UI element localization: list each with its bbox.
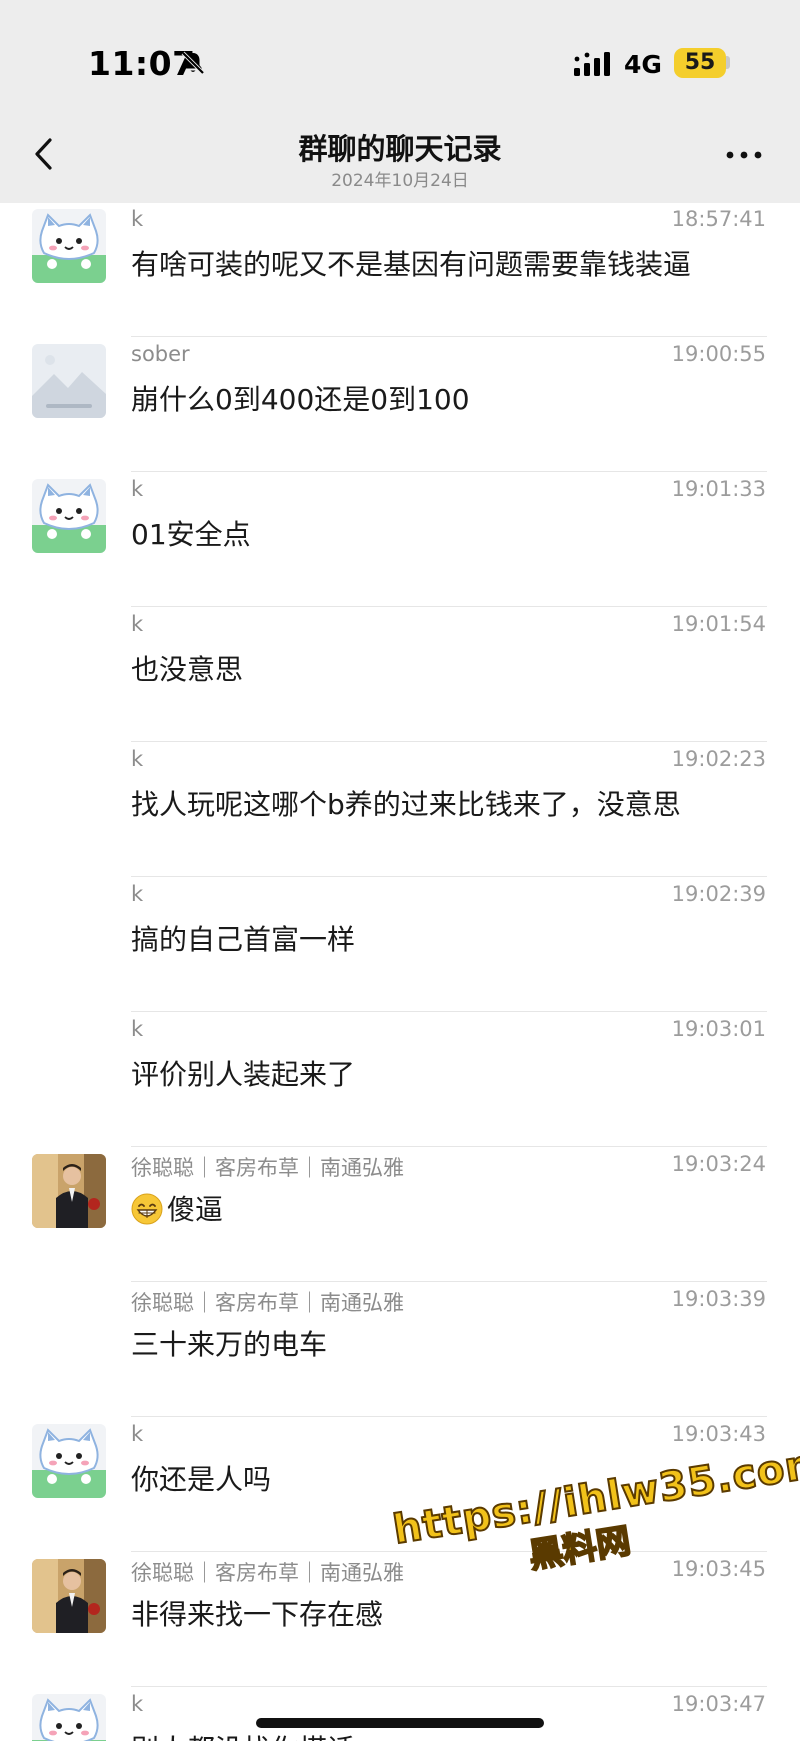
message-text[interactable]: 你还是人吗	[131, 1458, 271, 1498]
sender-name: k	[131, 477, 144, 501]
message-item[interactable]: k 19:03:43 你还是人吗	[0, 1418, 800, 1553]
grinning-face-icon	[131, 1193, 163, 1225]
message-text[interactable]: 非得来找一下存在感	[131, 1593, 383, 1633]
message-item[interactable]: 徐聪聪｜客房布草｜南通弘雅 19:03:45 非得来找一下存在感	[0, 1553, 800, 1688]
message-item[interactable]: k 19:02:23 找人玩呢这哪个b养的过来比钱来了，没意思	[0, 743, 800, 878]
sender-name: 徐聪聪｜客房布草｜南通弘雅	[131, 1561, 404, 1585]
message-list[interactable]: k 18:57:41 有啥可装的呢又不是基因有问题需要靠钱装逼 sober 19…	[0, 203, 800, 1741]
top-bar: 11:07 4G 55 群聊的聊天记录 2024年10月24日	[0, 0, 800, 203]
message-item[interactable]: k 19:02:39 搞的自己首富一样	[0, 878, 800, 1013]
message-time: 19:02:39	[671, 882, 766, 906]
battery-level: 55	[674, 48, 726, 78]
message-item[interactable]: sober 19:00:55 崩什么0到400还是0到100	[0, 338, 800, 473]
sender-name: k	[131, 747, 144, 771]
page-title: 群聊的聊天记录	[298, 132, 502, 166]
message-time: 19:03:45	[671, 1557, 766, 1581]
more-dots-icon[interactable]	[722, 140, 766, 170]
signal-icon	[574, 52, 610, 76]
sender-name: k	[131, 207, 144, 231]
message-time: 19:03:43	[671, 1422, 766, 1446]
cat-avatar	[32, 1694, 106, 1741]
divider	[131, 1551, 767, 1552]
message-item[interactable]: k 19:01:33 01安全点	[0, 473, 800, 608]
person-avatar	[32, 1559, 106, 1633]
divider	[131, 1416, 767, 1417]
message-item[interactable]: k 19:03:01 评价别人装起来了	[0, 1013, 800, 1148]
cat-avatar	[32, 209, 106, 283]
sender-name: 徐聪聪｜客房布草｜南通弘雅	[131, 1156, 404, 1180]
divider	[131, 1281, 767, 1282]
landscape-avatar	[32, 344, 106, 418]
message-time: 19:00:55	[671, 342, 766, 366]
bell-muted-icon	[181, 51, 205, 75]
divider	[131, 471, 767, 472]
cat-avatar	[32, 479, 106, 553]
message-text[interactable]: 找人玩呢这哪个b养的过来比钱来了，没意思	[131, 783, 681, 823]
divider	[131, 741, 767, 742]
message-time: 19:03:47	[671, 1692, 766, 1716]
status-bar: 11:07 4G 55	[0, 0, 800, 120]
sender-name: sober	[131, 342, 190, 366]
message-time: 19:03:39	[671, 1287, 766, 1311]
sender-name: k	[131, 612, 144, 636]
message-text-content: 傻逼	[167, 1193, 224, 1226]
sender-name: k	[131, 882, 144, 906]
divider	[131, 606, 767, 607]
message-time: 19:01:54	[671, 612, 766, 636]
message-item[interactable]: k 19:03:47 别人都没找你搭话	[0, 1688, 800, 1741]
cat-avatar	[32, 1424, 106, 1498]
divider	[131, 1146, 767, 1147]
sender-name: k	[131, 1017, 144, 1041]
message-text[interactable]: 有啥可装的呢又不是基因有问题需要靠钱装逼	[131, 243, 691, 283]
message-text[interactable]: 崩什么0到400还是0到100	[131, 378, 470, 418]
divider	[131, 1686, 767, 1687]
message-item[interactable]: 徐聪聪｜客房布草｜南通弘雅 19:03:39 三十来万的电车	[0, 1283, 800, 1418]
sender-name: k	[131, 1692, 144, 1716]
message-text[interactable]: 01安全点	[131, 513, 251, 553]
message-text[interactable]: 搞的自己首富一样	[131, 918, 355, 958]
message-time: 19:03:24	[671, 1152, 766, 1176]
divider	[131, 1011, 767, 1012]
message-time: 19:01:33	[671, 477, 766, 501]
message-item[interactable]: k 18:57:41 有啥可装的呢又不是基因有问题需要靠钱装逼	[0, 203, 800, 338]
nav-bar: 群聊的聊天记录 2024年10月24日	[0, 120, 800, 203]
person-avatar	[32, 1154, 106, 1228]
battery-tip	[726, 56, 730, 69]
message-time: 18:57:41	[671, 207, 766, 231]
divider	[131, 876, 767, 877]
home-indicator[interactable]	[256, 1718, 544, 1728]
divider	[131, 336, 767, 337]
sender-name: 徐聪聪｜客房布草｜南通弘雅	[131, 1291, 404, 1315]
message-text[interactable]: 别人都没找你搭话	[131, 1728, 355, 1741]
sender-name: k	[131, 1422, 144, 1446]
message-text[interactable]: 评价别人装起来了	[131, 1053, 355, 1093]
message-text[interactable]: 也没意思	[131, 648, 243, 688]
page-subtitle: 2024年10月24日	[331, 171, 469, 191]
message-time: 19:03:01	[671, 1017, 766, 1041]
message-text[interactable]: 三十来万的电车	[131, 1323, 327, 1363]
message-item[interactable]: k 19:01:54 也没意思	[0, 608, 800, 743]
message-item[interactable]: 徐聪聪｜客房布草｜南通弘雅 19:03:24 傻逼	[0, 1148, 800, 1283]
message-text[interactable]: 傻逼	[131, 1188, 223, 1228]
message-time: 19:02:23	[671, 747, 766, 771]
network-type: 4G	[624, 50, 662, 79]
